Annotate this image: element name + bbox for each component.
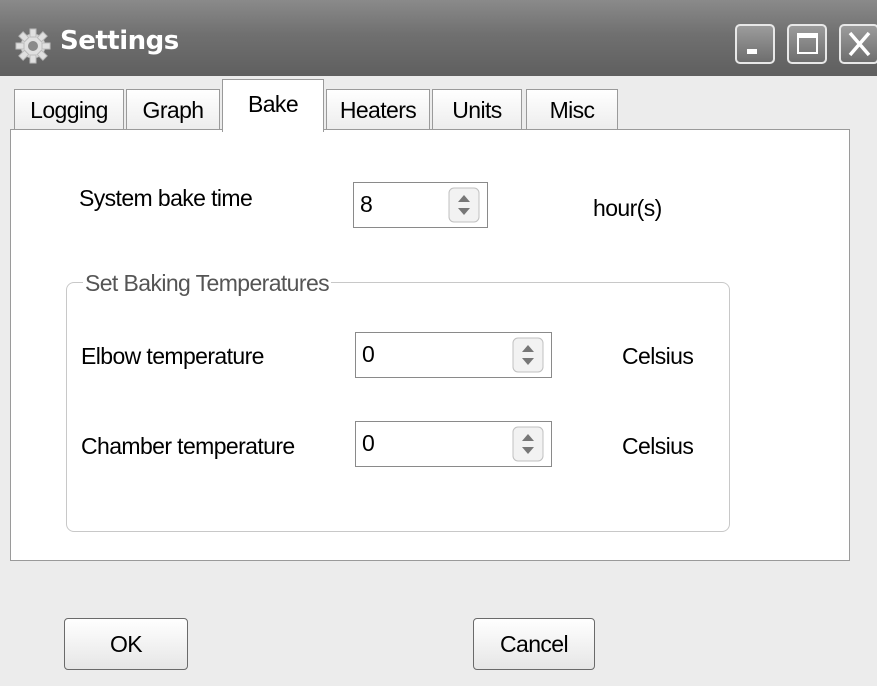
close-button[interactable] [839,24,877,64]
baking-temperatures-group-title: Set Baking Temperatures [83,270,332,297]
tab-heaters[interactable]: Heaters [326,89,430,131]
settings-window: Settings Logging Graph Bake Heaters Unit… [0,0,877,686]
baking-temperatures-group [66,282,730,532]
tab-units[interactable]: Units [432,89,522,131]
spinner-arrows-icon[interactable] [448,187,480,223]
cancel-button[interactable]: Cancel [473,618,595,670]
system-bake-time-value: 8 [360,191,373,217]
tab-logging[interactable]: Logging [14,89,124,131]
title-bar[interactable]: Settings [0,0,877,76]
chamber-temperature-unit: Celsius [622,433,694,459]
chamber-temperature-spinner[interactable]: 0 [355,421,552,467]
system-bake-time-label: System bake time [79,185,253,211]
ok-button[interactable]: OK [64,618,188,670]
bake-tab-panel: System bake time 8 hour(s) Set Baking Te… [10,129,850,561]
minimize-icon [747,49,757,54]
minimize-button[interactable] [735,24,775,64]
tab-graph[interactable]: Graph [126,89,220,131]
spinner-arrows-icon[interactable] [512,426,544,462]
tab-bake[interactable]: Bake [222,79,324,132]
gear-icon [15,28,51,64]
elbow-temperature-label: Elbow temperature [81,343,264,369]
elbow-temperature-spinner[interactable]: 0 [355,332,552,378]
tab-misc[interactable]: Misc [526,89,618,131]
elbow-temperature-unit: Celsius [622,343,694,369]
chamber-temperature-value: 0 [362,430,375,456]
close-icon [848,31,871,57]
maximize-button[interactable] [787,24,827,64]
system-bake-time-spinner[interactable]: 8 [353,182,488,228]
spinner-arrows-icon[interactable] [512,337,544,373]
chamber-temperature-label: Chamber temperature [81,433,295,459]
maximize-icon [797,33,818,54]
window-title: Settings [60,26,179,56]
system-bake-time-unit: hour(s) [593,195,662,221]
elbow-temperature-value: 0 [362,341,375,367]
